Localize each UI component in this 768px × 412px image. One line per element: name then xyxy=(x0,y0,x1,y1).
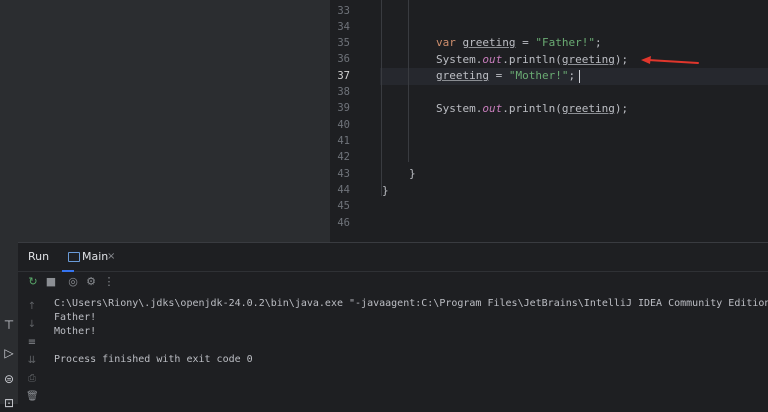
indent-guide xyxy=(381,0,382,196)
console-output[interactable]: C:\Users\Riony\.jdks\openjdk-24.0.2\bin\… xyxy=(54,295,768,405)
console-line: Mother! xyxy=(54,326,97,337)
line-number: 44 xyxy=(337,184,350,196)
stop-icon[interactable]: ■ xyxy=(44,275,58,289)
print-icon[interactable]: ⎙ xyxy=(26,373,38,385)
operator: = xyxy=(488,69,509,82)
annotation-arrow-icon xyxy=(641,56,699,64)
up-arrow-icon[interactable]: ↑ xyxy=(26,301,38,313)
code-line-44: } xyxy=(382,184,389,197)
line-number: 38 xyxy=(337,86,350,98)
punctuation: ); xyxy=(614,53,629,66)
static-field: out xyxy=(482,102,503,115)
application-icon xyxy=(68,252,80,262)
code-line-43: } xyxy=(409,167,416,180)
run-panel-title: Run xyxy=(28,250,50,263)
tab-main-label: Main xyxy=(82,250,109,263)
variable: greeting xyxy=(462,36,516,49)
method-call: .println( xyxy=(502,102,562,115)
string-literal: "Father!" xyxy=(535,36,595,49)
line-number: 34 xyxy=(337,21,350,33)
line-number: 33 xyxy=(337,5,350,17)
run-tool-icon[interactable]: ▷ xyxy=(0,344,18,362)
tab-main[interactable]: Main × xyxy=(62,243,115,272)
structure-icon[interactable]: ⊤ xyxy=(0,316,18,334)
punctuation: ); xyxy=(614,102,629,115)
line-number: 45 xyxy=(337,200,350,212)
settings-icon[interactable]: ⚙ xyxy=(84,275,98,289)
trash-icon[interactable]: 🗑 xyxy=(26,391,39,403)
project-pane xyxy=(18,0,330,242)
line-number: 43 xyxy=(337,168,350,180)
rerun-icon[interactable]: ↻ xyxy=(26,275,40,289)
text-caret xyxy=(579,70,580,83)
punctuation: ; xyxy=(594,36,602,49)
indent-guide xyxy=(408,0,409,162)
run-panel-header: Run Main × xyxy=(18,243,768,272)
code-line-37: greeting = "Mother!"; xyxy=(436,69,575,82)
line-number: 39 xyxy=(337,102,350,114)
run-toolbar: ↻ ■ ◎ ⚙ ⋮ xyxy=(18,271,768,295)
variable: greeting xyxy=(561,102,615,115)
line-number: 40 xyxy=(337,119,350,131)
left-tool-strip: ⊤ ▷ ⊜ ⊡ xyxy=(0,0,19,410)
console-line: C:\Users\Riony\.jdks\openjdk-24.0.2\bin\… xyxy=(54,298,768,309)
line-number: 35 xyxy=(337,37,350,49)
terminal-icon[interactable]: ⊡ xyxy=(0,394,18,412)
code-line-39: System.out.println(greeting); xyxy=(436,102,628,115)
code-line-36: System.out.println(greeting); xyxy=(436,53,628,66)
scroll-to-end-icon[interactable]: ⇊ xyxy=(26,355,38,367)
variable: greeting xyxy=(561,53,615,66)
class-ref: System. xyxy=(436,53,483,66)
console-line: Father! xyxy=(54,312,97,323)
line-number: 42 xyxy=(337,151,350,163)
line-number: 36 xyxy=(337,53,350,65)
operator: = xyxy=(515,36,536,49)
method-call: .println( xyxy=(502,53,562,66)
console-line: Process finished with exit code 0 xyxy=(54,354,253,365)
down-arrow-icon[interactable]: ↓ xyxy=(26,319,38,331)
soft-wrap-icon[interactable]: ≡ xyxy=(26,337,38,349)
run-tool-window: Run Main × ↻ ■ ◎ ⚙ ⋮ ↑ ↓ ≡ ⇊ ⎙ 🗑 C:\User… xyxy=(18,242,768,405)
code-editor[interactable]: 33 34 35 36 37 38 39 40 41 42 43 44 45 4… xyxy=(330,0,768,242)
code-line-35: var greeting = "Father!"; xyxy=(436,36,602,49)
class-ref: System. xyxy=(436,102,483,115)
line-number: 41 xyxy=(337,135,350,147)
screenshot-icon[interactable]: ◎ xyxy=(66,275,80,289)
line-number: 46 xyxy=(337,217,350,229)
static-field: out xyxy=(482,53,503,66)
line-number-active: 37 xyxy=(337,70,350,82)
services-icon[interactable]: ⊜ xyxy=(0,370,18,388)
console-side-actions: ↑ ↓ ≡ ⇊ ⎙ 🗑 xyxy=(20,295,46,405)
string-literal: "Mother!" xyxy=(508,69,569,82)
keyword: var xyxy=(436,36,456,49)
close-icon[interactable]: × xyxy=(107,251,115,262)
punctuation: ; xyxy=(568,69,576,82)
variable: greeting xyxy=(436,69,489,82)
more-icon[interactable]: ⋮ xyxy=(102,275,116,289)
